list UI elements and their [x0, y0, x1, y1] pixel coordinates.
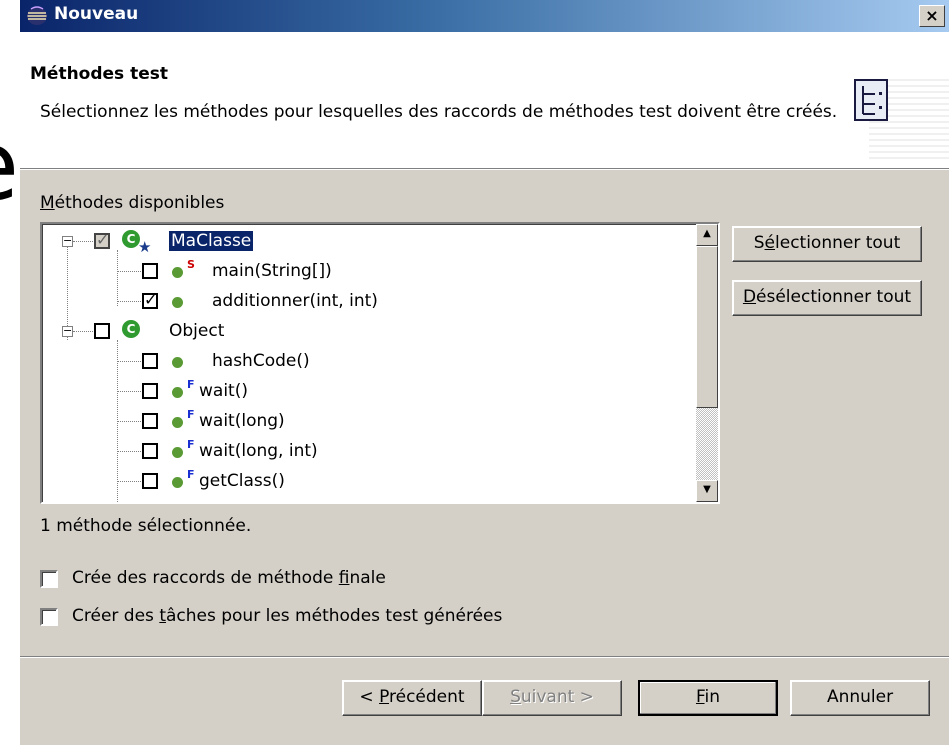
close-icon: × — [925, 6, 939, 25]
create-tasks-label[interactable]: Créer des tâches pour les méthodes test … — [72, 606, 502, 626]
checkbox-method[interactable] — [142, 383, 158, 399]
scrollbar-thumb[interactable] — [696, 246, 718, 408]
tree-label-method[interactable]: main(String[]) — [212, 261, 332, 281]
tree-line — [117, 481, 141, 482]
main-class-star-icon: ★ — [138, 238, 152, 256]
checkbox-method[interactable]: ✓ — [142, 290, 158, 309]
create-tasks-checkbox[interactable] — [40, 608, 58, 626]
page-description: Sélectionnez les méthodes pour lesquelle… — [40, 102, 838, 122]
back-button[interactable]: < Précédent — [342, 680, 482, 716]
close-button[interactable]: × — [919, 5, 945, 27]
collapse-expander[interactable]: − — [62, 235, 73, 247]
mnemonic: M — [40, 193, 55, 213]
tree-line — [117, 421, 141, 422]
footer-separator — [20, 656, 949, 658]
tree-label-object[interactable]: Object — [169, 321, 224, 341]
check-icon: ✓ — [144, 290, 158, 309]
checkbox-method[interactable] — [142, 413, 158, 429]
select-all-button[interactable]: Sélectionner tout — [732, 226, 922, 262]
checkbox-method[interactable] — [142, 263, 158, 279]
tree-line — [117, 271, 141, 272]
tree-label-method[interactable]: getClass() — [199, 471, 285, 491]
class-icon: C — [122, 320, 140, 338]
title-bar[interactable]: Nouveau × — [20, 0, 949, 32]
next-button[interactable]: Suivant > — [482, 680, 622, 716]
final-marker: F — [187, 468, 195, 481]
tree-line — [73, 331, 93, 332]
final-stubs-checkbox[interactable] — [40, 570, 58, 588]
tree-line — [117, 340, 118, 502]
final-marker: F — [187, 378, 195, 391]
tree-label-method[interactable]: wait(long, int) — [199, 441, 318, 461]
public-method-icon — [172, 387, 183, 398]
new-wizard-dialog: Nouveau × Méthodes test Sélectionnez les… — [20, 0, 949, 745]
checkbox-object[interactable] — [94, 323, 110, 339]
eclipse-icon — [26, 6, 48, 26]
tree-label-method[interactable]: wait(long) — [199, 411, 285, 431]
arrow-down-icon: ▼ — [703, 484, 711, 495]
final-stubs-label[interactable]: Crée des raccords de méthode finale — [72, 568, 386, 588]
tree-line — [117, 301, 141, 302]
available-methods-label: Méthodes disponibles — [40, 193, 225, 213]
final-marker: F — [187, 408, 195, 421]
background-glyph: e — [0, 118, 19, 214]
public-method-icon — [172, 267, 183, 278]
tree-scrollbar[interactable]: ▲ ▼ — [696, 224, 718, 502]
selection-status: 1 méthode sélectionnée. — [40, 516, 252, 536]
collapse-expander[interactable]: − — [62, 325, 73, 337]
arrow-up-icon: ▲ — [703, 228, 711, 239]
check-icon: ✓ — [96, 230, 110, 249]
checkbox-method[interactable] — [142, 473, 158, 489]
public-method-icon — [172, 447, 183, 458]
page-title: Méthodes test — [30, 64, 168, 84]
public-method-icon — [172, 297, 183, 308]
public-method-icon — [172, 417, 183, 428]
tree-line — [117, 250, 118, 306]
deselect-all-button[interactable]: Désélectionner tout — [732, 280, 922, 316]
tree-label-method[interactable]: wait() — [199, 381, 248, 401]
static-marker: S — [187, 258, 195, 271]
public-method-icon — [172, 477, 183, 488]
tree-line — [117, 451, 141, 452]
header-separator — [20, 168, 949, 170]
tree-label-method[interactable]: additionner(int, int) — [212, 291, 378, 311]
public-method-icon — [172, 357, 183, 368]
tree-label-maclasse[interactable]: MaClasse — [167, 230, 255, 252]
scroll-down-button[interactable]: ▼ — [696, 480, 718, 502]
tree-label-method[interactable]: hashCode() — [212, 351, 310, 371]
tree-line — [117, 361, 141, 362]
methods-tree[interactable]: − ✓ C ★ MaClasse S main(String[]) ✓ addi… — [40, 222, 720, 504]
final-marker: F — [187, 438, 195, 451]
wizard-header: Méthodes test Sélectionnez les méthodes … — [20, 32, 949, 168]
scroll-up-button[interactable]: ▲ — [696, 224, 718, 246]
tree-line — [117, 391, 141, 392]
finish-button[interactable]: Fin — [638, 680, 778, 716]
cancel-button[interactable]: Annuler — [790, 680, 930, 716]
tree-line — [73, 241, 93, 242]
checkbox-method[interactable] — [142, 353, 158, 369]
checkbox-method[interactable] — [142, 443, 158, 459]
checkbox-maclasse[interactable]: ✓ — [94, 230, 110, 249]
window-title: Nouveau — [54, 4, 139, 24]
